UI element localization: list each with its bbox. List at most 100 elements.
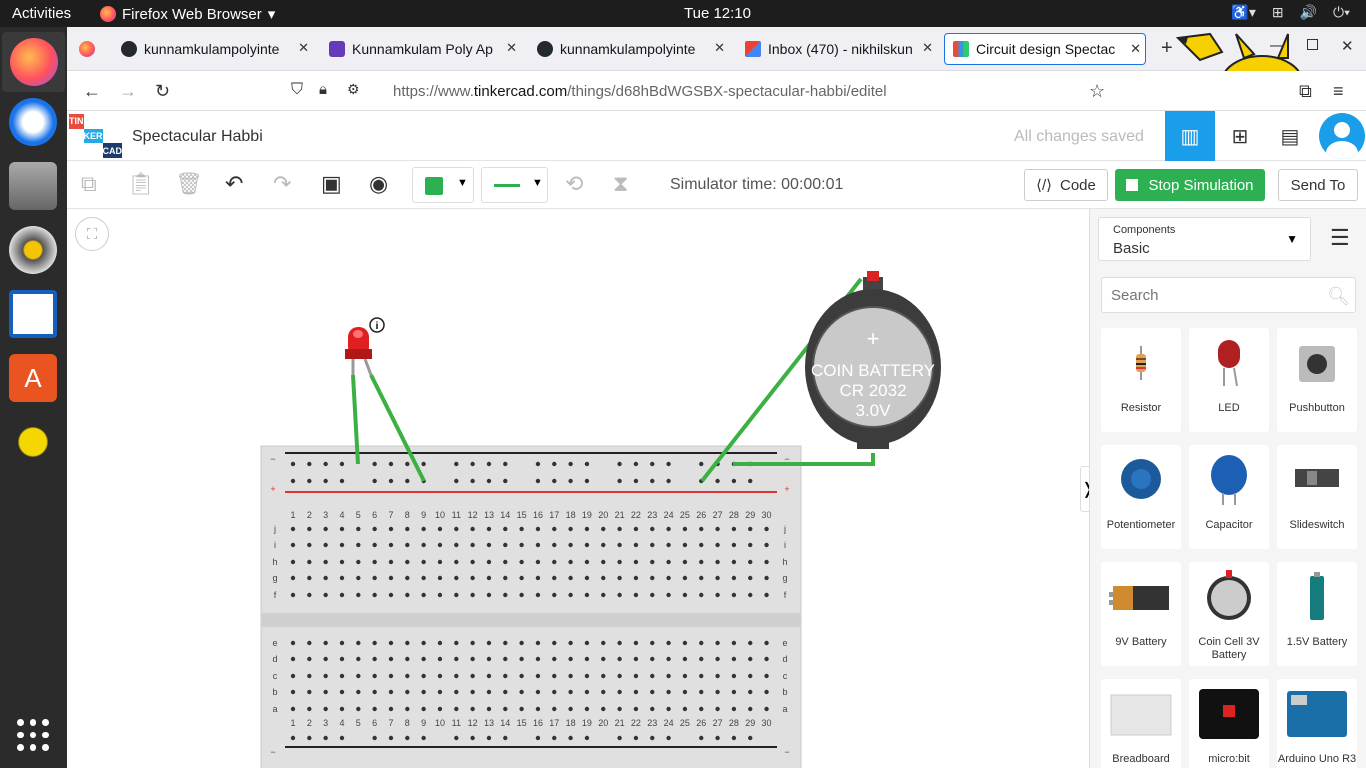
- breadboard-hole[interactable]: [486, 575, 492, 581]
- breadboard-hole[interactable]: [388, 735, 394, 741]
- component-arduino-uno[interactable]: Arduino Uno R3: [1277, 679, 1357, 768]
- breadboard-hole[interactable]: [290, 542, 296, 548]
- breadboard-hole[interactable]: [372, 656, 377, 662]
- breadboard-hole[interactable]: [323, 689, 328, 695]
- breadboard-hole[interactable]: [372, 673, 377, 679]
- breadboard-hole[interactable]: [617, 592, 622, 598]
- breadboard-hole[interactable]: [617, 478, 622, 484]
- breadboard-hole[interactable]: [552, 706, 557, 712]
- breadboard-hole[interactable]: [454, 575, 459, 581]
- close-icon[interactable]: ✕: [714, 40, 725, 56]
- breadboard-hole[interactable]: [617, 559, 622, 565]
- breadboard-hole[interactable]: [617, 656, 622, 662]
- component-potentiometer[interactable]: Potentiometer: [1101, 445, 1181, 549]
- breadboard-hole[interactable]: [715, 656, 720, 662]
- breadboard[interactable]: 1122334455667788991010111112121313141415…: [67, 209, 1089, 768]
- breadboard-hole[interactable]: [388, 542, 394, 548]
- breadboard-hole[interactable]: [715, 673, 720, 679]
- breadboard-hole[interactable]: [748, 542, 753, 548]
- breadboard-hole[interactable]: [323, 478, 328, 484]
- breadboard-hole[interactable]: [421, 592, 426, 598]
- breadboard-hole[interactable]: [437, 673, 443, 679]
- tab-github-2[interactable]: kunnamkulampolyinte ✕: [529, 33, 729, 65]
- breadboard-hole[interactable]: [764, 689, 769, 695]
- breadboard-hole[interactable]: [372, 735, 377, 741]
- breadboard-hole[interactable]: [486, 592, 492, 598]
- breadboard-hole[interactable]: [421, 461, 426, 467]
- breadboard-hole[interactable]: [568, 575, 573, 581]
- breadboard-hole[interactable]: [405, 526, 410, 532]
- breadboard-hole[interactable]: [323, 656, 328, 662]
- breadboard-hole[interactable]: [666, 656, 671, 662]
- breadboard-hole[interactable]: [437, 526, 443, 532]
- breadboard-hole[interactable]: [650, 575, 655, 581]
- breadboard-hole[interactable]: [437, 656, 443, 662]
- clock[interactable]: Tue 12:10: [684, 5, 751, 22]
- breadboard-hole[interactable]: [633, 575, 639, 581]
- breadboard-hole[interactable]: [307, 478, 312, 484]
- show-apps-icon[interactable]: [17, 719, 49, 751]
- breadboard-hole[interactable]: [356, 689, 361, 695]
- breadboard-hole[interactable]: [748, 640, 753, 646]
- firefox-view-icon[interactable]: [79, 41, 95, 57]
- network-icon[interactable]: ⊞: [1272, 4, 1284, 21]
- breadboard-hole[interactable]: [388, 640, 394, 646]
- breadboard-hole[interactable]: [372, 461, 377, 467]
- breadboard-hole[interactable]: [339, 592, 345, 598]
- reload-icon[interactable]: ↻: [155, 81, 170, 102]
- breadboard-hole[interactable]: [339, 542, 345, 548]
- breadboard-hole[interactable]: [552, 542, 557, 548]
- breadboard-hole[interactable]: [748, 656, 753, 662]
- breadboard-hole[interactable]: [356, 575, 361, 581]
- breadboard-hole[interactable]: [356, 640, 361, 646]
- permissions-icon[interactable]: ⚙: [347, 81, 360, 98]
- breadboard-hole[interactable]: [307, 735, 312, 741]
- component-breadboard[interactable]: Breadboard: [1101, 679, 1181, 768]
- thunderbird-icon[interactable]: [9, 98, 57, 146]
- breadboard-hole[interactable]: [731, 592, 737, 598]
- breadboard-hole[interactable]: [731, 559, 737, 565]
- breadboard-hole[interactable]: [372, 689, 377, 695]
- breadboard-hole[interactable]: [339, 559, 345, 565]
- breadboard-hole[interactable]: [388, 526, 394, 532]
- breadboard-hole[interactable]: [731, 735, 737, 741]
- breadboard-hole[interactable]: [405, 640, 410, 646]
- breadboard-hole[interactable]: [633, 542, 639, 548]
- breadboard-hole[interactable]: [290, 656, 296, 662]
- breadboard-hole[interactable]: [764, 575, 769, 581]
- breadboard-hole[interactable]: [617, 575, 622, 581]
- breadboard-hole[interactable]: [323, 673, 328, 679]
- breadboard-hole[interactable]: [323, 526, 328, 532]
- breadboard-hole[interactable]: [633, 706, 639, 712]
- breadboard-hole[interactable]: [617, 689, 622, 695]
- avatar[interactable]: [1319, 113, 1365, 159]
- breadboard-hole[interactable]: [388, 478, 394, 484]
- breadboard-hole[interactable]: [764, 542, 769, 548]
- breadboard-hole[interactable]: [470, 706, 475, 712]
- breadboard-hole[interactable]: [356, 656, 361, 662]
- rotate-icon[interactable]: ⟲: [565, 171, 583, 197]
- activities-button[interactable]: Activities: [12, 5, 71, 22]
- breadboard-hole[interactable]: [503, 689, 508, 695]
- breadboard-hole[interactable]: [764, 656, 769, 662]
- component-microbit[interactable]: micro:bit: [1189, 679, 1269, 768]
- breadboard-hole[interactable]: [633, 640, 639, 646]
- breadboard-hole[interactable]: [633, 461, 639, 467]
- breadboard-hole[interactable]: [601, 689, 606, 695]
- breadboard-hole[interactable]: [519, 656, 524, 662]
- breadboard-hole[interactable]: [421, 689, 426, 695]
- breadboard-hole[interactable]: [388, 559, 394, 565]
- breadboard-hole[interactable]: [470, 575, 475, 581]
- files-icon[interactable]: [9, 162, 57, 210]
- breadboard-hole[interactable]: [519, 673, 524, 679]
- breadboard-hole[interactable]: [388, 461, 394, 467]
- back-icon[interactable]: ←: [83, 81, 101, 102]
- breadboard-hole[interactable]: [454, 640, 459, 646]
- breadboard-hole[interactable]: [470, 461, 475, 467]
- breadboard-hole[interactable]: [650, 656, 655, 662]
- schematic-view-button[interactable]: ⊞: [1215, 111, 1265, 161]
- breadboard-hole[interactable]: [748, 592, 753, 598]
- breadboard-hole[interactable]: [437, 542, 443, 548]
- breadboard-hole[interactable]: [323, 735, 328, 741]
- accessibility-icon[interactable]: ♿▾: [1231, 4, 1255, 21]
